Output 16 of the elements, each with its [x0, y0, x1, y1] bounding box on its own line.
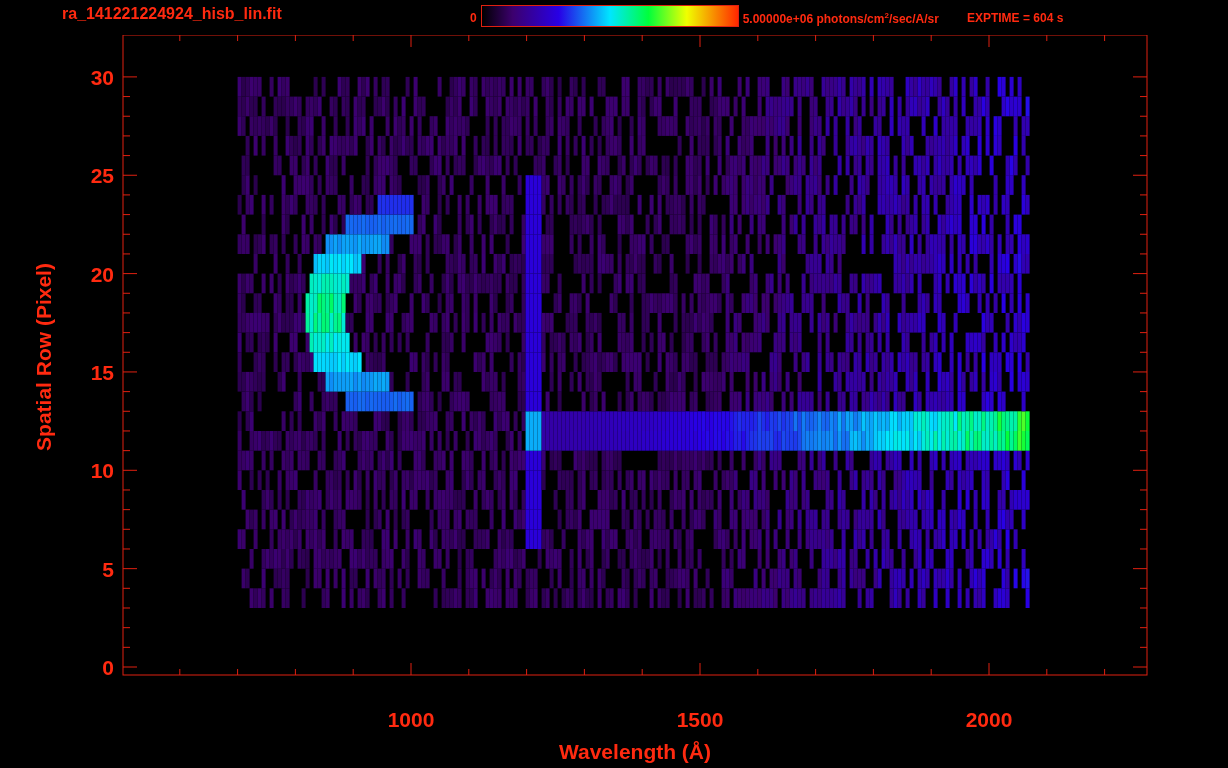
- x-axis-title: Wavelength (Å): [558, 740, 712, 763]
- y-tick-label: 20: [90, 262, 114, 286]
- colorbar-max-label: 5.00000e+06 photons/cm$^{2}$/sec/A/sr: [742, 11, 939, 26]
- y-axis-title: Spatial Row (Pixel): [32, 263, 55, 451]
- y-tick-label: 30: [90, 65, 114, 89]
- colorbar-min-label: 0: [470, 11, 477, 25]
- file-name: ra_141221224924_hisb_lin.fit: [62, 5, 283, 23]
- y-tick-label: 0: [102, 656, 114, 679]
- x-tick-label: 1500: [676, 708, 724, 731]
- y-tick-label: 5: [102, 557, 114, 581]
- x-tick-label: 1000: [387, 708, 435, 731]
- y-tick-label: 10: [90, 459, 114, 483]
- exposure-time: EXPTIME = 604 s: [966, 11, 1064, 25]
- y-tick-label: 25: [90, 164, 114, 188]
- y-tick-label: 15: [90, 360, 114, 384]
- x-tick-label: 2000: [965, 708, 1013, 731]
